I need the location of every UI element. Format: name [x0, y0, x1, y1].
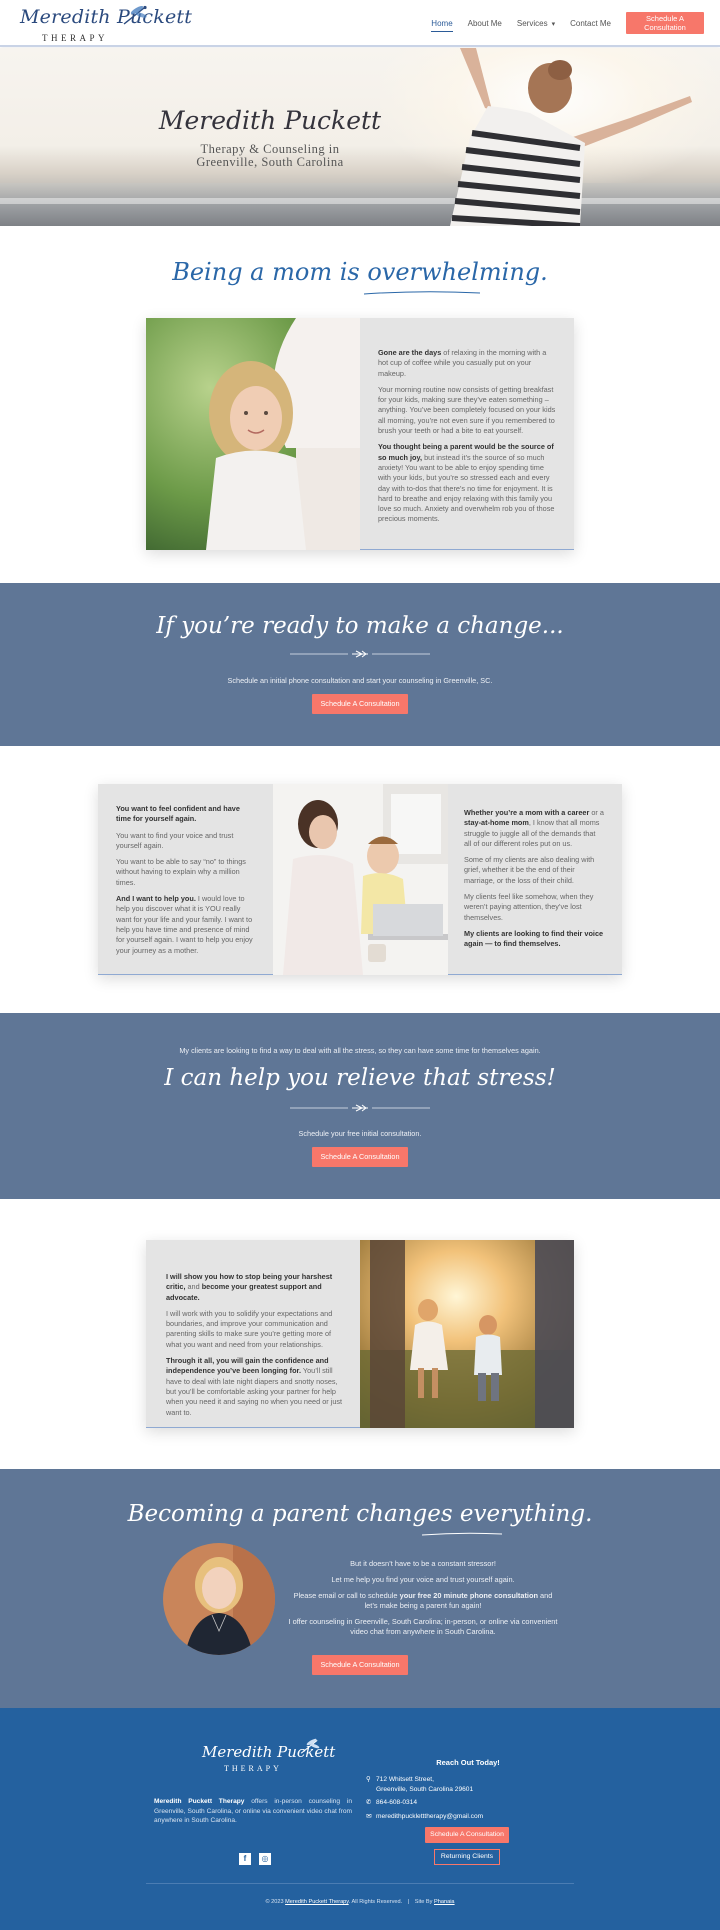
confidence-p2: You want to find your voice and trust yo…: [116, 830, 234, 850]
header-schedule-button[interactable]: Schedule A Consultation: [626, 12, 704, 34]
confidence-left-text: You want to feel confident and have time…: [116, 804, 256, 962]
mom-card: Gone are the days of relaxing in the mor…: [146, 318, 574, 550]
support-p1b: and: [185, 1282, 202, 1292]
copyright-prefix: © 2023: [265, 1899, 286, 1905]
footer-logo-subtitle: THERAPY: [224, 1764, 282, 1773]
copyright-suffix: . All Rights Reserved.: [348, 1899, 403, 1905]
footer-about: Meredith Puckett Therapy offers in-perso…: [154, 1797, 352, 1826]
mother-daughter-image: [146, 318, 360, 550]
stress-band-text: Schedule your free initial consultation.: [298, 1129, 422, 1138]
parent-line3a: Please email or call to schedule: [293, 1591, 400, 1600]
site-by-link[interactable]: Phanaia: [434, 1899, 455, 1905]
band2-schedule-button[interactable]: Schedule A Consultation: [312, 1147, 408, 1167]
footer-copyright: © 2023 Meredith Puckett Therapy. All Rig…: [0, 1899, 720, 1905]
copyright-separator: |: [407, 1899, 410, 1905]
nav-services[interactable]: Services ▾: [517, 19, 555, 28]
footer-email[interactable]: meredithpuckletttherapy@gmail.com: [376, 1812, 483, 1822]
chevron-down-icon: ▾: [551, 20, 556, 28]
logo-wordmark: Meredith Puckett: [20, 6, 193, 28]
instagram-icon[interactable]: ◎: [259, 1853, 271, 1865]
mom-p1-bold: Gone are the days: [378, 348, 442, 357]
footer-schedule-button[interactable]: Schedule A Consultation: [425, 1827, 509, 1843]
social-links: f ◎: [239, 1853, 271, 1865]
support-text: I will show you how to stop being your h…: [166, 1272, 346, 1424]
divider-ornament: [290, 650, 430, 658]
clients-p1a: Whether you’re a mom with a: [464, 808, 568, 817]
confidence-p3: You want to be able to say “no” to thing…: [116, 857, 246, 887]
nav-about[interactable]: About Me: [468, 19, 502, 28]
site-header: Meredith Puckett THERAPY Home About Me S…: [0, 0, 720, 47]
site-by-label: Site By: [414, 1899, 435, 1905]
change-band-title: If you’re ready to make a change...: [156, 613, 564, 639]
site-footer: Meredith Puckett THERAPY Meredith Pucket…: [0, 1708, 720, 1930]
parent-line2: Let me help you find your voice and trus…: [331, 1575, 515, 1584]
nav-home[interactable]: Home: [431, 19, 453, 32]
footer-divider: [146, 1883, 574, 1884]
support-card: I will show you how to stop being your h…: [146, 1240, 574, 1428]
confidence-right-text: Whether you’re a mom with a career or a …: [464, 808, 604, 956]
parent-line3b: your free 20 minute phone consultation: [399, 1591, 538, 1600]
parent-line1: But it doesn’t have to be a constant str…: [350, 1559, 496, 1568]
hero-subtitle-line2: Greenville, South Carolina: [196, 155, 344, 169]
clients-p3: My clients feel like somehow, when they …: [464, 892, 594, 922]
title-underline: [363, 291, 481, 295]
confidence-p4: I would love to help you discover what i…: [116, 894, 253, 955]
main-nav: Home About Me Services ▾ Contact Me Sched…: [431, 12, 704, 34]
mom-p3: but instead it’s the source of so much a…: [378, 452, 555, 524]
clients-p1c: or a: [589, 808, 604, 817]
hero-banner: Meredith Puckett Therapy & Counseling in…: [0, 48, 720, 226]
band3-schedule-button[interactable]: Schedule A Consultation: [312, 1655, 408, 1675]
clients-p1d: stay-at-home mom: [464, 818, 529, 828]
hero-title: Meredith Puckett: [158, 106, 382, 135]
footer-address2: Greenville, South Carolina 29601: [376, 1785, 474, 1793]
confidence-card: You want to feel confident and have time…: [98, 784, 622, 975]
footer-about-bold: Meredith Puckett Therapy: [154, 1798, 245, 1805]
title-underline: [421, 1532, 503, 1536]
dragonfly-icon: [300, 1738, 320, 1754]
site-logo[interactable]: Meredith Puckett THERAPY: [20, 4, 192, 44]
parent-band: Becoming a parent changes everything. Bu…: [0, 1469, 720, 1708]
copyright-link[interactable]: Meredith Puckett Therapy: [285, 1899, 349, 1905]
stress-band: My clients are looking to find a way to …: [0, 1013, 720, 1199]
section-mom-title: Being a mom is overwhelming.: [172, 258, 548, 286]
email-icon: ✉: [366, 1812, 372, 1820]
hero-subtitle: Therapy & Counseling in Greenville, Sout…: [155, 143, 385, 169]
footer-contact: ⚲ 712 Whitsett Street, Greenville, South C…: [366, 1775, 586, 1821]
footer-logo[interactable]: Meredith Puckett THERAPY: [202, 1738, 335, 1783]
working-mom-image: [273, 784, 448, 975]
location-icon: ⚲: [366, 1776, 371, 1783]
nav-services-label: Services: [516, 18, 548, 28]
dragonfly-icon: [123, 5, 147, 25]
confidence-p4-bold: And I want to help you.: [116, 894, 196, 904]
mom-card-text: Gone are the days of relaxing in the mor…: [378, 348, 556, 531]
therapist-portrait: [163, 1543, 275, 1655]
footer-phone[interactable]: 864-608-0314: [376, 1798, 417, 1808]
confidence-p1: You want to feel confident and have time…: [116, 804, 240, 824]
band1-schedule-button[interactable]: Schedule A Consultation: [312, 694, 408, 714]
mom-p2: Your morning routine now consists of get…: [378, 384, 556, 436]
change-band-text: Schedule an initial phone consultation a…: [227, 676, 493, 685]
hero-woman-image: [450, 48, 692, 226]
clients-p4: My clients are looking to find their voi…: [464, 928, 604, 949]
parent-band-title: Becoming a parent changes everything.: [127, 1501, 593, 1527]
change-band: If you’re ready to make a change... Sche…: [0, 583, 720, 746]
footer-address1: 712 Whitsett Street,: [376, 1776, 434, 1783]
footer-reach-title: Reach Out Today!: [436, 1758, 500, 1767]
facebook-icon[interactable]: f: [239, 1853, 251, 1865]
returning-clients-button[interactable]: Returning Clients: [434, 1849, 500, 1865]
nav-contact[interactable]: Contact Me: [570, 19, 611, 28]
clients-p1b: career: [567, 808, 590, 817]
divider-ornament: [290, 1104, 430, 1112]
stress-band-intro: My clients are looking to find a way to …: [179, 1046, 541, 1055]
support-p2: I will work with you to solidify your ex…: [166, 1308, 333, 1349]
family-sunset-image: [360, 1240, 574, 1428]
phone-icon: ✆: [366, 1799, 372, 1806]
parent-line4: I offer counseling in Greenville, South …: [288, 1617, 558, 1636]
parent-band-text: But it doesn’t have to be a constant str…: [288, 1559, 558, 1637]
logo-subtitle: THERAPY: [42, 33, 109, 43]
clients-p2: Some of my clients are also dealing with…: [464, 855, 595, 885]
stress-band-title: I can help you relieve that stress!: [164, 1065, 556, 1091]
